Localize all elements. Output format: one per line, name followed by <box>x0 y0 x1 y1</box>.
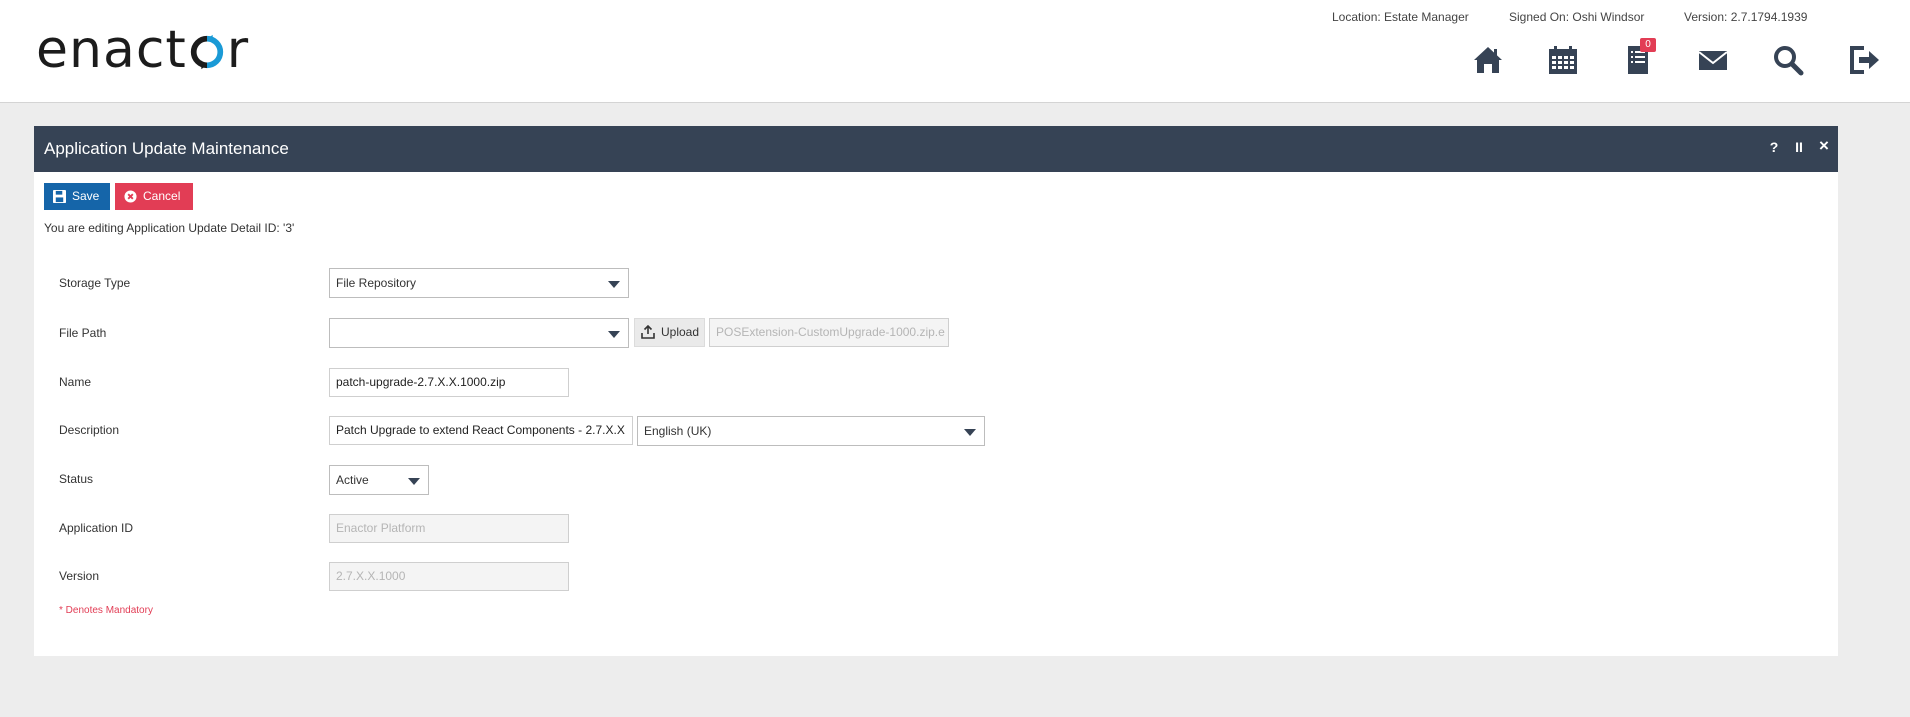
application-id-label: Application ID <box>59 521 134 535</box>
description-input[interactable]: Patch Upgrade to extend React Components… <box>329 416 633 445</box>
storage-type-value: File Repository <box>336 276 417 290</box>
status-value: Active <box>336 473 369 487</box>
name-input[interactable]: patch-upgrade-2.7.X.X.1000.zip <box>329 368 569 397</box>
language-select[interactable]: English (UK) <box>637 416 985 446</box>
name-label: Name <box>59 375 92 389</box>
logout-icon[interactable] <box>1848 44 1880 76</box>
mail-icon[interactable] <box>1697 44 1729 76</box>
mandatory-note: * Denotes Mandatory <box>59 605 153 616</box>
pause-icon[interactable]: II <box>1790 139 1808 155</box>
version-text: Version: 2.7.1794.1939 <box>1684 10 1808 24</box>
version-label: Version <box>59 569 100 583</box>
cancel-button[interactable]: Cancel <box>115 183 193 210</box>
status-label: Status <box>59 472 94 486</box>
upload-button[interactable]: Upload <box>634 318 705 347</box>
chevron-down-icon <box>408 478 420 485</box>
home-icon[interactable] <box>1472 44 1504 76</box>
application-id-field: Enactor Platform <box>329 514 569 543</box>
chevron-down-icon <box>964 429 976 436</box>
calendar-icon[interactable] <box>1547 44 1579 76</box>
app-header: enact r Location: Estate Manager Signed O… <box>0 0 1910 103</box>
logo-text: enact r <box>36 20 250 80</box>
panel-titlebar: Application Update Maintenance ? II × <box>34 126 1838 172</box>
storage-type-label: Storage Type <box>59 276 131 290</box>
search-icon[interactable] <box>1772 44 1804 76</box>
upload-label: Upload <box>661 325 700 339</box>
panel-title: Application Update Maintenance <box>44 139 289 158</box>
description-label: Description <box>59 423 120 437</box>
help-icon[interactable]: ? <box>1765 139 1783 155</box>
maintenance-panel: Application Update Maintenance ? II × Sa… <box>34 126 1838 656</box>
version-field: 2.7.X.X.1000 <box>329 562 569 591</box>
save-button[interactable]: Save <box>44 183 110 210</box>
chevron-down-icon <box>608 331 620 338</box>
save-icon <box>53 190 66 203</box>
logo-refresh-icon <box>190 34 223 70</box>
file-path-label: File Path <box>59 326 107 340</box>
close-icon[interactable]: × <box>1815 136 1833 156</box>
file-path-select[interactable] <box>329 318 629 348</box>
cancel-icon <box>124 190 137 203</box>
language-value: English (UK) <box>644 424 712 438</box>
storage-type-select[interactable]: File Repository <box>329 268 629 298</box>
cancel-label: Cancel <box>143 189 181 203</box>
upload-icon <box>641 325 655 339</box>
editing-message: You are editing Application Update Detai… <box>44 221 295 235</box>
signed-on-text: Signed On: Oshi Windsor <box>1509 10 1645 24</box>
location-text: Location: Estate Manager <box>1332 10 1469 24</box>
status-select[interactable]: Active <box>329 465 429 495</box>
uploaded-file-field: POSExtension-CustomUpgrade-1000.zip.e <box>709 318 949 347</box>
notification-badge: 0 <box>1640 38 1656 52</box>
chevron-down-icon <box>608 281 620 288</box>
save-label: Save <box>72 189 100 203</box>
enactor-logo[interactable]: enact r <box>36 22 249 78</box>
